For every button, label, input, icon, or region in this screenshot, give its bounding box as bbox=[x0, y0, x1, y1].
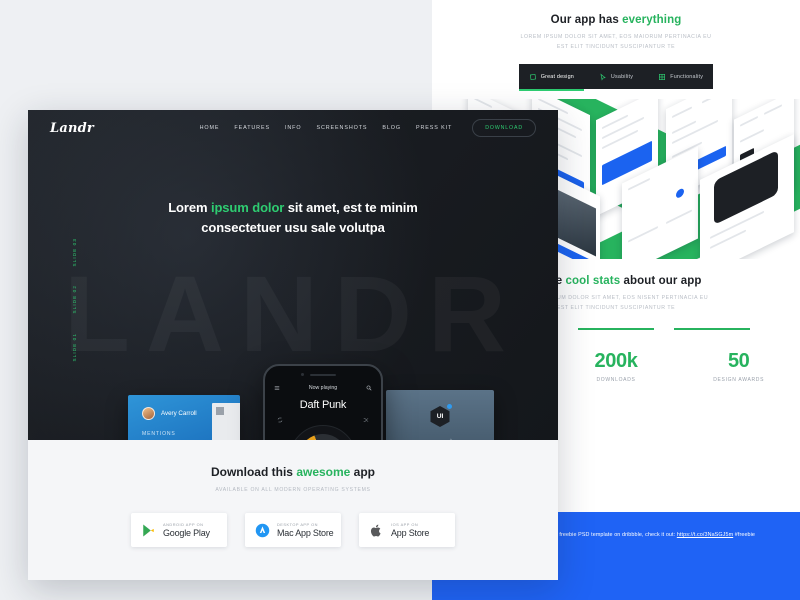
top-navigation: Landr Home Features Info Screenshots Blo… bbox=[28, 110, 558, 146]
nav-item-info[interactable]: Info bbox=[285, 125, 301, 131]
download-title: Download this awesome app bbox=[28, 465, 558, 479]
menu-item-label: Mentions bbox=[142, 431, 176, 437]
hero-headline-part2: sit amet, est te minim bbox=[284, 200, 418, 215]
social-card-peek-panel bbox=[212, 403, 240, 440]
store-button-small-label: iOS app on bbox=[391, 522, 419, 527]
store-button-big-label: Google Play bbox=[163, 528, 210, 538]
hero-headline-part1: Lorem bbox=[168, 200, 211, 215]
features-title-highlight: everything bbox=[622, 14, 682, 26]
nav-download-button[interactable]: Download bbox=[472, 119, 536, 137]
hero-headline-highlight: ipsum dolor bbox=[210, 200, 285, 215]
user-name: Avery Carroll bbox=[161, 410, 197, 417]
phone-speaker bbox=[310, 374, 336, 376]
nav-item-blog[interactable]: Blog bbox=[382, 125, 401, 131]
features-section-header: Our app has everything Lorem ipsum dolor… bbox=[432, 0, 800, 52]
tab-great-design-label: Great design bbox=[540, 73, 574, 80]
download-section: Download this awesome app Available on a… bbox=[28, 440, 558, 580]
stat-item: 50 Design awards bbox=[677, 350, 800, 383]
player-top-bar: Now playing bbox=[265, 382, 381, 394]
stat-item: 200k Downloads bbox=[555, 350, 678, 383]
grid-icon bbox=[659, 73, 666, 80]
tab-usability[interactable]: Usability bbox=[584, 64, 649, 89]
stats-divider bbox=[674, 327, 750, 330]
store-button-small-label: Android app on bbox=[163, 522, 204, 527]
download-title-highlight: awesome bbox=[296, 465, 351, 479]
google-play-button[interactable]: Android app on Google Play bbox=[131, 513, 227, 547]
cursor-icon bbox=[600, 73, 606, 81]
stat-value: 200k bbox=[594, 349, 638, 372]
slide-indicator-03[interactable]: Slide 03 bbox=[72, 238, 77, 266]
stats-divider bbox=[578, 327, 654, 330]
hero-section: LANDR Landr Home Features Info Screensho… bbox=[28, 110, 558, 440]
mac-app-store-button[interactable]: Desktop app on Mac App Store bbox=[245, 513, 341, 547]
search-icon[interactable] bbox=[366, 385, 372, 391]
download-title-start: Download this bbox=[210, 465, 297, 479]
features-subtitle-line1: Lorem ipsum dolor sit amet, eos maiorum … bbox=[520, 34, 712, 40]
store-button-small-label: Desktop app on bbox=[277, 522, 318, 527]
tab-great-design[interactable]: Great design bbox=[519, 64, 584, 92]
stats-title-plain-end: about our app bbox=[620, 275, 702, 288]
nav-item-screenshots[interactable]: Screenshots bbox=[316, 125, 367, 131]
main-panel: LANDR Landr Home Features Info Screensho… bbox=[28, 110, 558, 580]
album-art-disc[interactable] bbox=[289, 425, 357, 440]
phone-camera bbox=[301, 373, 304, 376]
brand-logo[interactable]: Landr bbox=[50, 121, 94, 136]
tab-functionality-label: Functionality bbox=[670, 73, 704, 80]
login-card: UI Log in Take the tour bbox=[386, 390, 494, 440]
store-button-big-label: Mac App Store bbox=[277, 528, 334, 538]
google-play-icon bbox=[143, 524, 154, 536]
stats-title-highlight: cool stats bbox=[565, 275, 621, 288]
nav-item-features[interactable]: Features bbox=[234, 125, 270, 131]
feature-tabs: Great design Usability Functionality bbox=[519, 64, 713, 92]
ui-hexagon-logo: UI bbox=[430, 406, 450, 427]
design-icon bbox=[529, 73, 536, 80]
app-store-button[interactable]: iOS app on App Store bbox=[359, 513, 455, 547]
mac-app-store-icon bbox=[255, 523, 270, 537]
hero-headline-line2: consectetuer usu sale volutpa bbox=[201, 220, 385, 236]
features-title: Our app has everything bbox=[432, 14, 800, 26]
stat-label: Design awards bbox=[713, 376, 765, 383]
features-subtitle-line2: est elit tincidunt suscipiantur te bbox=[556, 43, 676, 50]
tab-usability-label: Usability bbox=[610, 73, 634, 80]
download-title-end: app bbox=[350, 465, 376, 479]
phone-mockup: Now playing Daft Punk bbox=[263, 364, 383, 440]
nav-links: Home Features Info Screenshots Blog Pres… bbox=[200, 119, 536, 137]
page-stage: Our app has everything Lorem ipsum dolor… bbox=[0, 0, 800, 600]
store-buttons: Android app on Google Play Desktop app o… bbox=[28, 513, 558, 547]
stat-value: 50 bbox=[727, 349, 750, 372]
tweet-link[interactable]: https://t.co/3NaSGJ5m bbox=[677, 532, 733, 538]
tab-functionality[interactable]: Functionality bbox=[648, 64, 713, 89]
hero-headline: Lorem ipsum dolor sit amet, est te minim… bbox=[28, 198, 558, 238]
features-title-plain: Our app has bbox=[550, 14, 623, 26]
peek-thumbnail bbox=[216, 407, 224, 415]
apple-icon bbox=[370, 524, 381, 537]
stat-label: Downloads bbox=[596, 376, 636, 383]
social-app-card: Avery Carroll Mentions Friends Feed Mess… bbox=[128, 395, 240, 440]
album-art-image bbox=[298, 434, 348, 440]
nav-item-home[interactable]: Home bbox=[200, 125, 220, 131]
features-subtitle: Lorem ipsum dolor sit amet, eos maiorum … bbox=[432, 33, 800, 52]
logo-accent-dot bbox=[447, 404, 452, 409]
artist-name: Daft Punk bbox=[299, 399, 347, 411]
now-playing-label: Now playing bbox=[308, 385, 338, 391]
download-subtitle: Available on all modern operating system… bbox=[215, 487, 371, 493]
store-button-big-label: App Store bbox=[391, 528, 430, 538]
shuffle-icon[interactable] bbox=[363, 417, 369, 423]
player-control-row bbox=[265, 417, 381, 423]
avatar bbox=[142, 407, 155, 420]
hero-mockups: Avery Carroll Mentions Friends Feed Mess… bbox=[28, 282, 558, 440]
repeat-icon[interactable] bbox=[277, 417, 283, 423]
nav-item-press-kit[interactable]: Press Kit bbox=[416, 125, 452, 131]
